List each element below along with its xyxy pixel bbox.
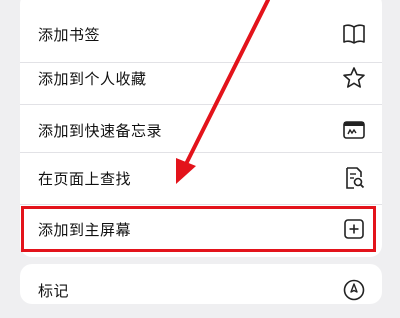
menu-item-label: 在页面上查找 xyxy=(38,169,132,188)
menu-item-markup[interactable]: 标记 xyxy=(20,262,382,318)
find-in-page-icon xyxy=(342,166,366,190)
menu-item-label: 添加到个人收藏 xyxy=(38,69,147,88)
highlight-box xyxy=(21,206,376,252)
quick-note-icon xyxy=(342,118,366,142)
menu-item-label: 标记 xyxy=(38,281,70,300)
menu-item-label: 添加书签 xyxy=(38,25,101,44)
menu-item-add-to-favorites[interactable]: 添加到个人收藏 xyxy=(20,50,382,106)
star-icon xyxy=(342,66,366,90)
menu-item-label: 添加到快速备忘录 xyxy=(38,121,163,140)
menu-item-find-on-page[interactable]: 在页面上查找 xyxy=(20,150,382,206)
markup-icon xyxy=(342,278,366,302)
book-icon xyxy=(342,22,366,46)
